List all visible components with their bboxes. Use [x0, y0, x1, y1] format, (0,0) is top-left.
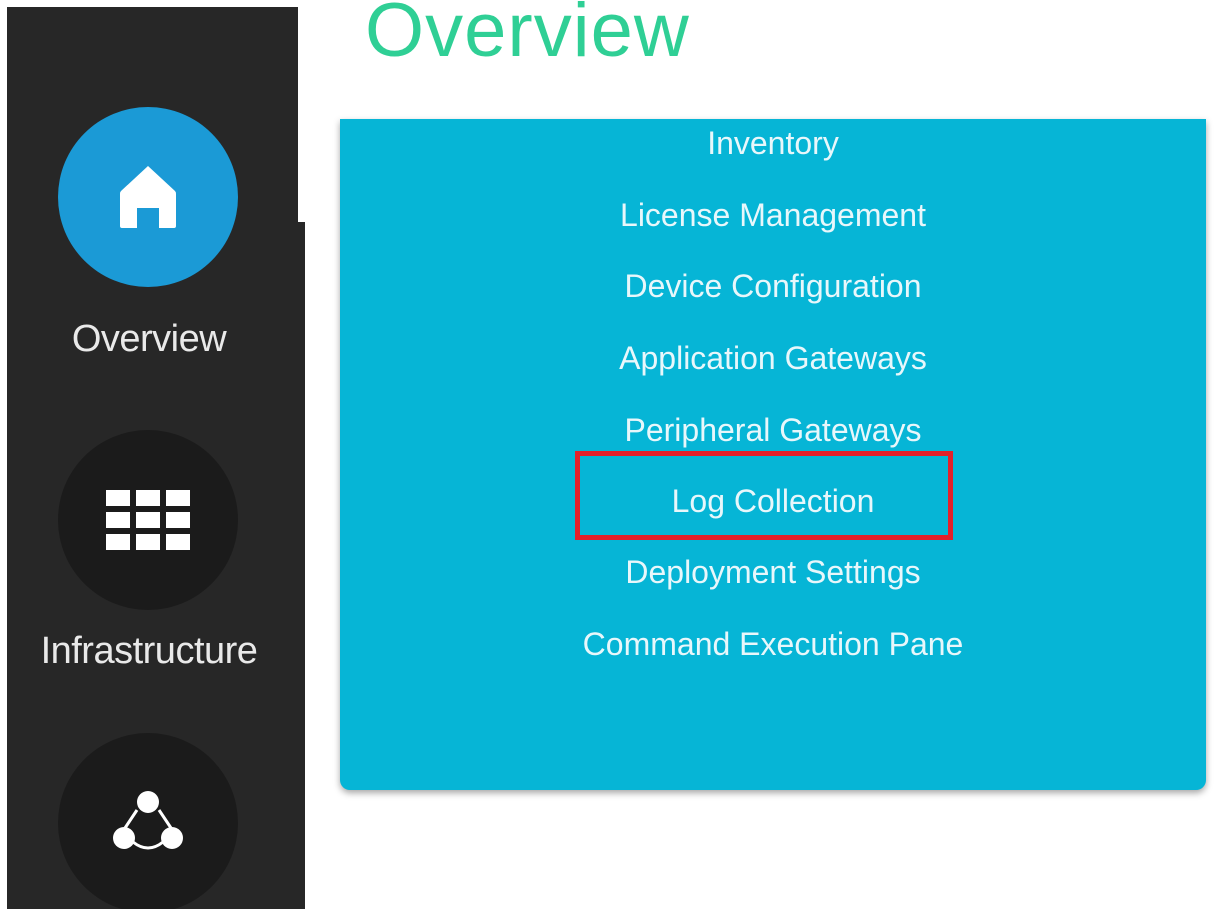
home-icon — [120, 166, 176, 228]
overview-menu-panel: Inventory License Management Device Conf… — [340, 119, 1206, 790]
menu-item-inventory[interactable]: Inventory — [340, 123, 1206, 163]
page-title: Overview — [365, 0, 690, 73]
sidebar-item-overview[interactable]: Overview — [0, 0, 298, 380]
menu-item-application-gateways[interactable]: Application Gateways — [340, 338, 1206, 378]
menu-item-peripheral-gateways[interactable]: Peripheral Gateways — [340, 410, 1206, 450]
sidebar-item-infrastructure[interactable]: Infrastructure — [0, 380, 298, 680]
network-nav-button[interactable] — [58, 733, 238, 909]
page: Overview Infrastructure Overview Invento… — [0, 0, 1227, 909]
sidebar: Overview Infrastructure — [0, 0, 305, 909]
menu-item-deployment-settings[interactable]: Deployment Settings — [340, 552, 1206, 592]
infrastructure-nav-button[interactable] — [58, 430, 238, 610]
menu-item-command-execution-pane[interactable]: Command Execution Pane — [340, 624, 1206, 664]
sidebar-item-network[interactable] — [0, 720, 298, 909]
sidebar-item-label: Overview — [71, 318, 227, 360]
grid-icon — [106, 490, 190, 550]
sidebar-edge — [298, 222, 305, 909]
overview-nav-button[interactable] — [58, 107, 238, 287]
menu-item-device-configuration[interactable]: Device Configuration — [340, 266, 1206, 306]
highlight-box — [575, 451, 953, 540]
sidebar-item-label: Infrastructure — [40, 630, 258, 672]
menu-item-license-management[interactable]: License Management — [340, 195, 1206, 235]
network-icon — [113, 791, 183, 850]
